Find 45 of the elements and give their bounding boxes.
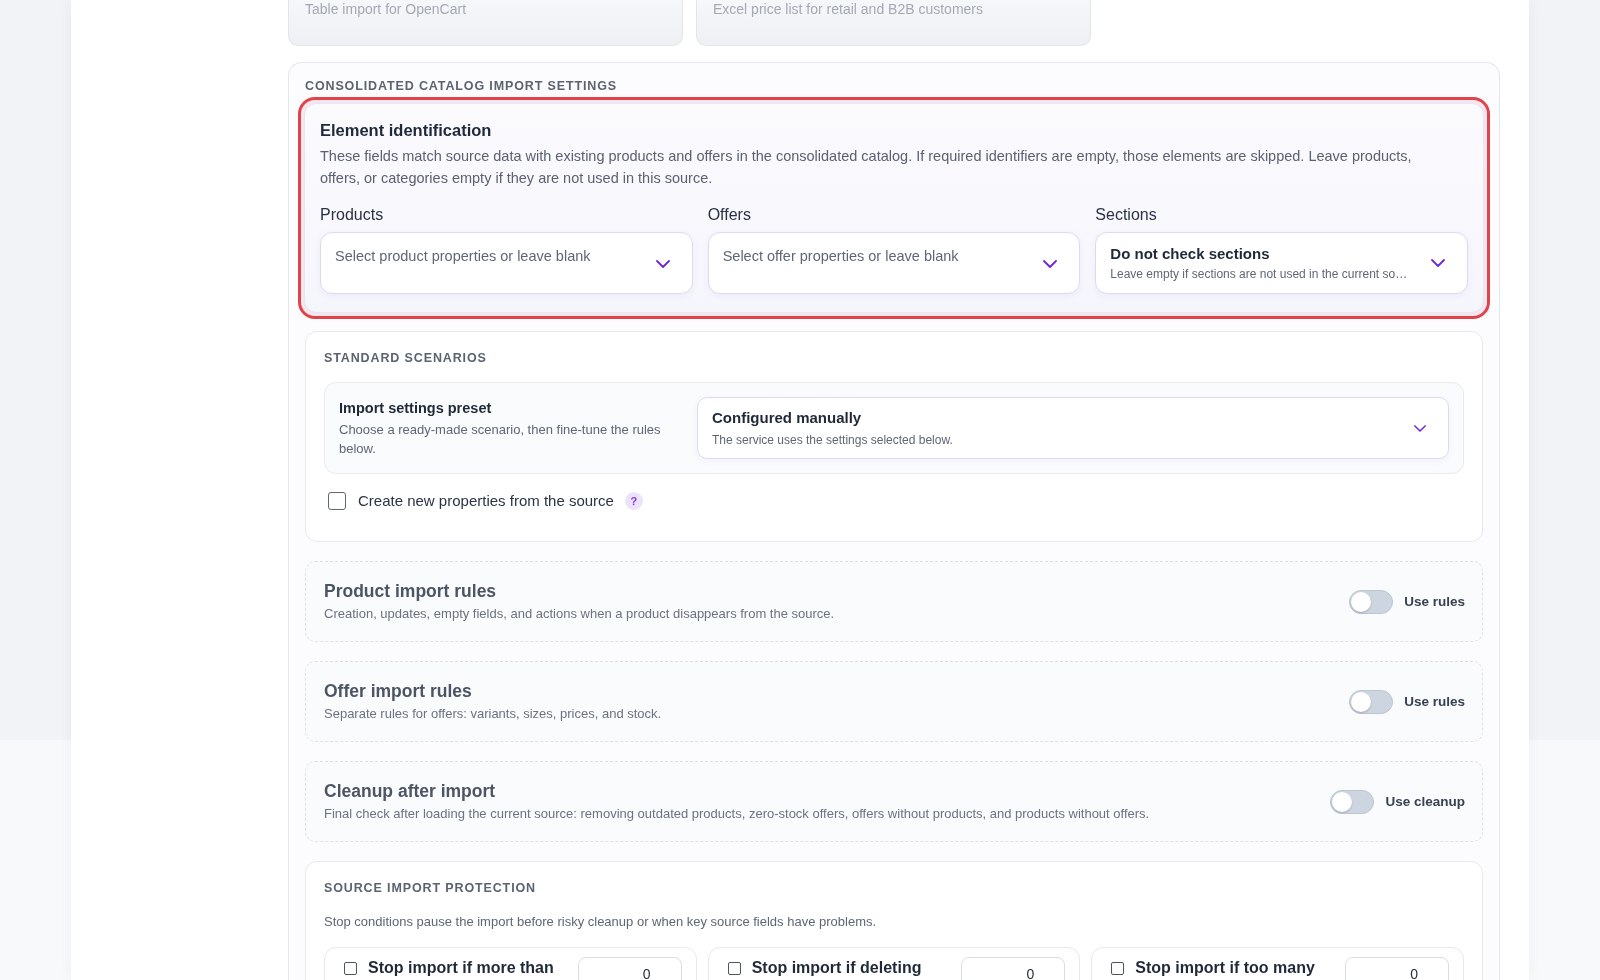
checkbox[interactable] [344, 962, 357, 975]
chevron-down-icon [1043, 260, 1058, 268]
chevron-down-icon [1414, 424, 1426, 432]
select-dropdown[interactable]: Do not check sections Leave empty if sections are not used in the current so… [1095, 232, 1468, 294]
rule-section-title: Product import rules [324, 580, 498, 602]
field-label: Offers [707, 205, 752, 225]
checkbox-label: Create new properties from the source [358, 492, 614, 510]
protection-description: Stop conditions pause the import before risky cleanup or when key source fields have problems. [324, 913, 878, 931]
checkbox[interactable] [1111, 962, 1125, 975]
preset-title: Import settings preset [339, 398, 493, 417]
checkbox[interactable] [328, 492, 346, 510]
toggle-label: Use cleanup [1385, 794, 1465, 809]
threshold-input[interactable]: 0 [1345, 957, 1449, 980]
chevron-down-icon [655, 260, 670, 268]
toggle-switch[interactable] [1330, 789, 1375, 814]
condition-label: Stop import if more than [368, 958, 555, 978]
toggle-label: Use rules [1404, 694, 1465, 709]
rule-section-title: Offer import rules [324, 680, 473, 702]
toggle-switch[interactable] [1349, 689, 1394, 714]
identification-description: These fields match source data with existing products and offers in the consolidated catalog. If required identifiers are empty, those elements are skipped. Leave products, offers, or categories empty if they are not used in this source. [320, 147, 1413, 188]
threshold-input[interactable]: 0 [577, 957, 682, 980]
condition-label: Stop import if deleting [751, 958, 923, 978]
help-button[interactable]: ? [624, 492, 643, 510]
rule-section-title: Cleanup after import [324, 780, 497, 802]
preset-dropdown[interactable]: Configured manually The service uses the settings selected below. [697, 397, 1449, 459]
toggle-label: Use rules [1404, 594, 1465, 609]
identification-title: Element identification [320, 120, 493, 140]
rule-section-description: Final check after loading the current source: removing outdated products, zero-stock offers, offers without products, and products without offers. [324, 805, 1150, 823]
source-card-description: Table import for OpenCart [305, 1, 467, 17]
source-card-description: Excel price list for retail and B2B customers [713, 1, 983, 17]
field-label: Products [320, 205, 385, 225]
section-heading: STANDARD SCENARIOS [324, 351, 488, 365]
rule-section-description: Separate rules for offers: variants, sizes, prices, and stock. [324, 705, 662, 723]
preset-description: Choose a ready-made scenario, then fine-tune the rules below. [339, 420, 662, 458]
rule-section-description: Creation, updates, empty fields, and actions when a product disappears from the source. [324, 605, 835, 623]
section-heading: SOURCE IMPORT PROTECTION [324, 881, 537, 895]
field-label: Sections [1095, 205, 1158, 225]
condition-label: Stop import if too many [1135, 958, 1316, 978]
section-heading: CONSOLIDATED CATALOG IMPORT SETTINGS [305, 78, 619, 93]
checkbox[interactable] [727, 962, 741, 975]
threshold-input[interactable]: 0 [961, 957, 1066, 980]
toggle-switch[interactable] [1349, 589, 1394, 614]
chevron-down-icon [1431, 259, 1445, 267]
select-dropdown[interactable]: Select product properties or leave blank [320, 232, 693, 294]
select-dropdown[interactable]: Select offer properties or leave blank [707, 232, 1081, 294]
